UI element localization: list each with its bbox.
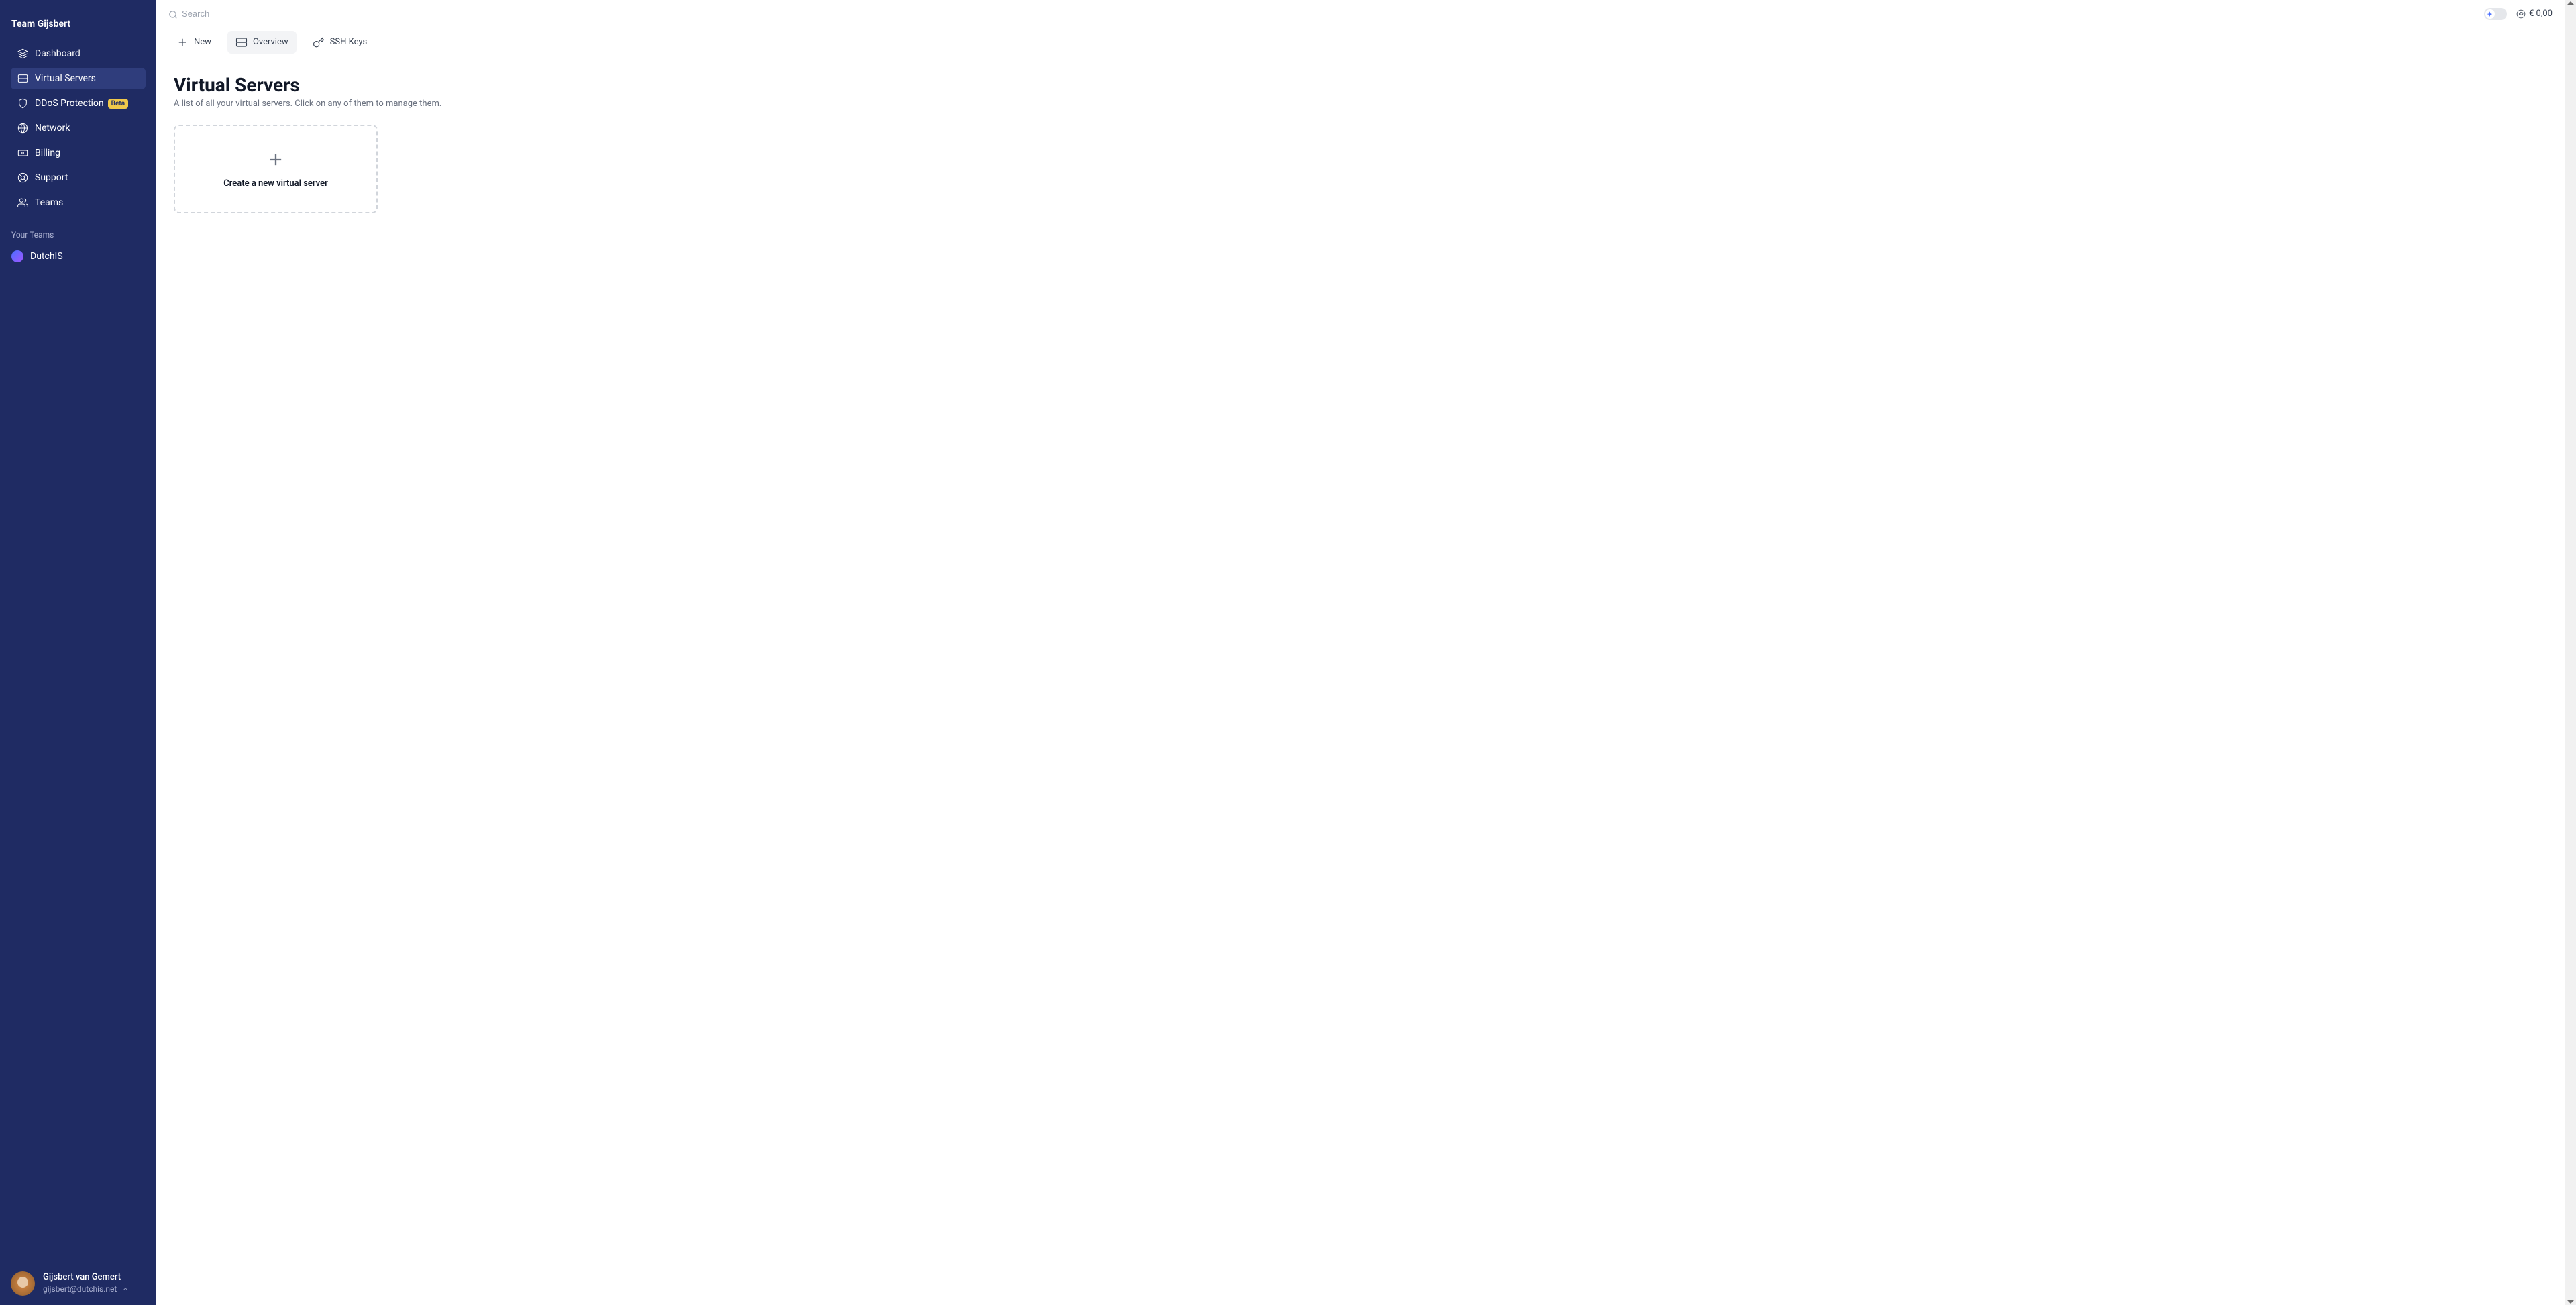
tab-new[interactable]: New [168,31,219,54]
your-teams-label: Your Teams [0,217,156,245]
globe-icon [17,123,28,134]
search-input[interactable] [182,9,2484,19]
sidebar-item-label: Billing [35,148,60,158]
beta-badge: Beta [108,99,128,109]
tab-label: SSH Keys [330,37,368,47]
tab-label: New [194,37,211,47]
sidebar-item-ddos-protection[interactable]: DDoS Protection Beta [11,93,146,114]
tab-overview[interactable]: Overview [227,31,297,54]
tab-label: Overview [253,37,288,47]
tabs-bar: New Overview SSH Keys [156,28,2565,56]
main-content: € 0,00 New Overview SSH Keys [156,0,2565,1305]
chevron-up-icon [122,1282,129,1295]
scroll-up-icon[interactable] [2567,1,2574,5]
plus-icon [266,150,285,169]
topbar-right: € 0,00 [2484,8,2553,20]
sidebar-item-label: DDoS Protection [35,98,104,109]
sidebar-item-teams[interactable]: Teams [11,192,146,213]
create-server-card[interactable]: Create a new virtual server [174,125,378,213]
sidebar-item-label: Teams [35,197,63,208]
sidebar-item-support[interactable]: Support [11,167,146,189]
scroll-down-icon[interactable] [2567,1300,2574,1304]
theme-toggle-knob [2485,9,2495,19]
team-item-dutchis[interactable]: DutchIS [0,245,156,268]
layers-icon [17,48,28,59]
sidebar-item-network[interactable]: Network [11,117,146,139]
sidebar-item-dashboard[interactable]: Dashboard [11,43,146,64]
user-info: Gijsbert van Gemert gijsbert@dutchis.net [43,1272,129,1295]
theme-toggle[interactable] [2484,8,2507,20]
key-icon [313,36,325,48]
banknote-icon [17,148,28,158]
user-email-label: gijsbert@dutchis.net [43,1284,117,1294]
page-subtitle: A list of all your virtual servers. Clic… [174,99,2547,109]
sidebar-item-label: Virtual Servers [35,73,96,84]
search-icon [168,9,178,19]
sidebar-item-label: Dashboard [35,48,80,59]
sidebar-item-billing[interactable]: Billing [11,142,146,164]
create-card-label: Create a new virtual server [223,178,328,189]
topbar: € 0,00 [156,0,2565,28]
sidebar-item-label: Support [35,172,68,183]
team-name-label: Team Gijsbert [0,19,156,30]
plus-icon [176,36,189,48]
tab-ssh-keys[interactable]: SSH Keys [305,31,376,54]
sidebar: Team Gijsbert Dashboard Virtual Servers … [0,0,156,1305]
team-item-label: DutchIS [30,251,63,262]
users-icon [17,197,28,208]
sidebar-item-label: Network [35,123,70,134]
balance-label: € 0,00 [2529,9,2553,19]
nav-section: Dashboard Virtual Servers DDoS Protectio… [0,43,156,217]
sparkle-icon [2487,7,2493,20]
shield-icon [17,98,28,109]
content-area: Virtual Servers A list of all your virtu… [156,56,2565,231]
scrollbar[interactable] [2565,0,2576,1305]
page-title: Virtual Servers [174,74,2547,96]
user-menu[interactable]: Gijsbert van Gemert gijsbert@dutchis.net [0,1262,156,1305]
search-wrapper [168,9,2484,19]
server-icon [235,36,248,48]
team-avatar [11,250,23,262]
user-avatar [11,1271,35,1296]
sidebar-item-virtual-servers[interactable]: Virtual Servers [11,68,146,89]
lifebuoy-icon [17,172,28,183]
user-name-label: Gijsbert van Gemert [43,1272,129,1282]
server-icon [17,73,28,84]
balance-button[interactable]: € 0,00 [2516,9,2553,19]
